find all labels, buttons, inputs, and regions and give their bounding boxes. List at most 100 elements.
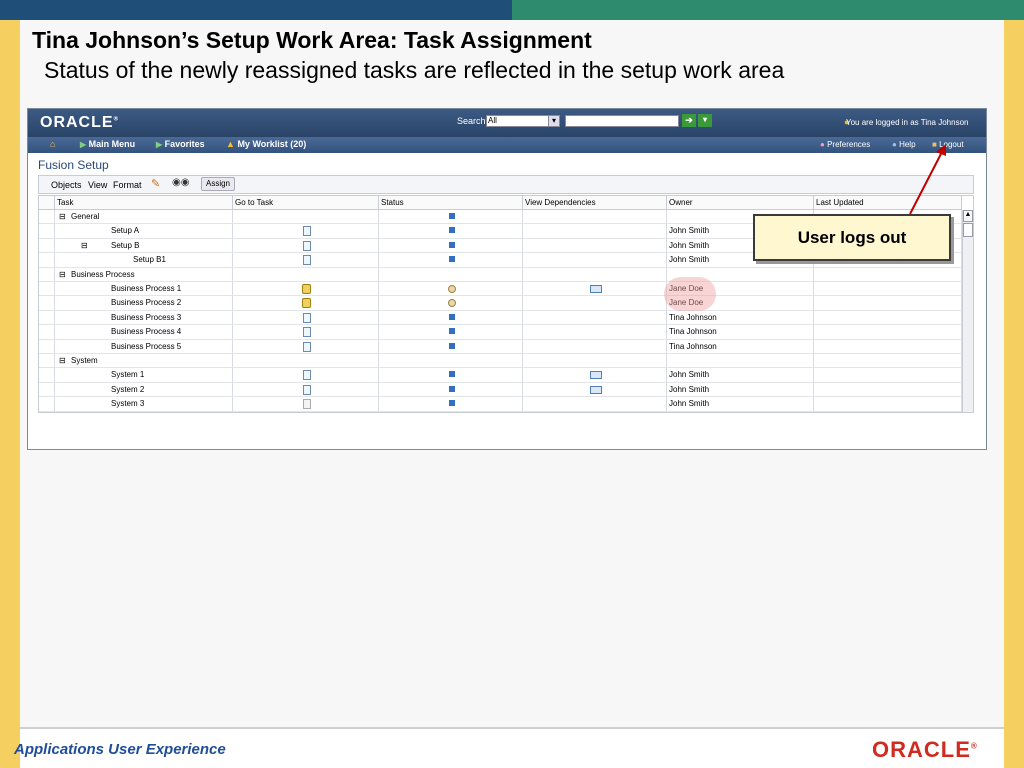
task-name[interactable]: General — [71, 210, 99, 223]
table-row[interactable]: Business Process 1 Jane Doe — [39, 282, 962, 297]
task-cell: System 1 — [55, 368, 233, 383]
table-row[interactable]: ⊟ System — [39, 354, 962, 369]
row-selector[interactable] — [39, 238, 55, 254]
column-header-task[interactable]: Task — [55, 196, 233, 210]
search-input[interactable] — [565, 115, 679, 127]
row-selector[interactable] — [39, 368, 55, 383]
table-row[interactable]: System 3 John Smith — [39, 397, 962, 412]
scroll-thumb[interactable] — [963, 223, 973, 237]
edit-pencil-icon[interactable]: ✎ — [151, 177, 160, 190]
go-to-task-icon[interactable] — [302, 399, 311, 410]
task-name[interactable]: System 3 — [111, 397, 144, 410]
task-name[interactable]: Business Process 3 — [111, 311, 181, 324]
status-cell — [379, 282, 523, 297]
column-header-go-to-task[interactable]: Go to Task — [233, 196, 379, 210]
row-selector[interactable] — [39, 339, 55, 354]
collapse-icon[interactable]: ⊟ — [59, 268, 66, 281]
view-menu[interactable]: View — [88, 180, 107, 190]
dependencies-icon[interactable] — [589, 285, 602, 293]
task-name[interactable]: Business Process 4 — [111, 325, 181, 338]
row-selector[interactable] — [39, 325, 55, 340]
format-menu[interactable]: Format — [113, 180, 142, 190]
table-row[interactable]: System 2 John Smith — [39, 382, 962, 398]
column-header-last-updated[interactable]: Last Updated — [814, 196, 962, 210]
row-selector[interactable] — [39, 253, 55, 268]
go-to-task-icon[interactable] — [302, 341, 311, 352]
row-selector[interactable] — [39, 310, 55, 326]
column-header-view-dependencies[interactable]: View Dependencies — [523, 196, 667, 210]
go-to-task-icon[interactable] — [302, 312, 311, 323]
table-row[interactable]: System 1 John Smith — [39, 368, 962, 383]
task-name[interactable]: Business Process 5 — [111, 340, 181, 353]
binoculars-icon[interactable]: ◉◉ — [172, 177, 189, 188]
footer-oracle-logo: ORACLE® — [872, 737, 978, 762]
row-selector[interactable] — [39, 267, 55, 282]
chevron-down-icon[interactable]: ▾ — [548, 115, 560, 127]
home-icon[interactable]: ⌂ — [50, 139, 55, 149]
row-selector[interactable] — [39, 397, 55, 412]
logout-link[interactable]: ■ Logout — [932, 140, 964, 149]
task-name[interactable]: Setup B — [111, 239, 139, 252]
row-selector[interactable] — [39, 224, 55, 239]
go-to-task-icon[interactable] — [302, 384, 311, 395]
go-to-task-icon[interactable] — [302, 255, 311, 266]
owner-cell: John Smith — [667, 382, 814, 398]
table-row[interactable]: Business Process 2 Jane Doe — [39, 296, 962, 311]
favorites-menu[interactable]: ▶ Favorites — [156, 139, 205, 149]
task-name[interactable]: System 2 — [111, 383, 144, 396]
row-selector[interactable] — [39, 354, 55, 369]
column-header-owner[interactable]: Owner — [667, 196, 814, 210]
go-to-task-icon[interactable] — [302, 327, 311, 338]
status-cell — [379, 253, 523, 268]
app-logo-text: ORACLE — [40, 114, 114, 131]
table-row[interactable]: Business Process 3 Tina Johnson — [39, 310, 962, 326]
search-go-button[interactable]: ➔ — [682, 114, 696, 127]
lock-icon[interactable] — [302, 298, 311, 309]
view-dependencies-cell — [523, 397, 667, 412]
task-name[interactable]: Business Process 2 — [111, 296, 181, 309]
task-name[interactable]: Setup A — [111, 224, 139, 237]
search-options-button[interactable]: ▾ — [698, 114, 712, 127]
row-selector[interactable] — [39, 382, 55, 398]
main-menu-label: Main Menu — [88, 139, 136, 149]
dependencies-icon[interactable] — [589, 385, 602, 394]
grid-header-select — [39, 196, 55, 210]
oracle-logo: ORACLE® — [40, 114, 119, 131]
collapse-icon[interactable]: ⊟ — [59, 354, 66, 367]
status-cell — [379, 382, 523, 398]
task-name[interactable]: Business Process — [71, 268, 135, 281]
goto-task-cell — [233, 267, 379, 282]
collapse-icon[interactable]: ⊟ — [81, 239, 88, 252]
scroll-up-icon[interactable]: ▲ — [963, 210, 973, 222]
assign-button[interactable]: Assign — [201, 177, 235, 191]
task-name[interactable]: System 1 — [111, 368, 144, 381]
main-menu[interactable]: ▶ Main Menu — [80, 139, 135, 149]
task-cell: Business Process 1 — [55, 282, 233, 297]
task-name[interactable]: System — [71, 354, 98, 367]
go-to-task-icon[interactable] — [302, 226, 311, 237]
go-to-task-icon[interactable] — [302, 240, 311, 251]
collapse-icon[interactable]: ⊟ — [59, 210, 66, 223]
row-selector[interactable] — [39, 210, 55, 225]
dependencies-icon[interactable] — [589, 371, 602, 380]
table-row[interactable]: ⊟ Business Process — [39, 267, 962, 282]
preferences-link[interactable]: ● Preferences — [820, 140, 870, 149]
lock-icon[interactable] — [302, 284, 311, 294]
owner-cell: Tina Johnson — [667, 310, 814, 326]
row-selector[interactable] — [39, 296, 55, 311]
status-cell — [379, 238, 523, 254]
worklist-menu[interactable]: ▲ My Worklist (20) — [226, 139, 306, 149]
help-link[interactable]: ● Help — [892, 140, 916, 149]
go-to-task-icon[interactable] — [302, 370, 311, 381]
task-name[interactable]: Business Process 1 — [111, 282, 181, 295]
task-name[interactable]: Setup B1 — [133, 253, 166, 266]
objects-menu[interactable]: Objects — [51, 180, 82, 190]
table-row[interactable]: Business Process 5 Tina Johnson — [39, 339, 962, 354]
column-header-status[interactable]: Status — [379, 196, 523, 210]
table-row[interactable]: Business Process 4 Tina Johnson — [39, 325, 962, 340]
status-cell — [379, 397, 523, 412]
view-dependencies-cell — [523, 267, 667, 282]
grid-scrollbar[interactable]: ▲ — [962, 210, 973, 412]
row-selector[interactable] — [39, 282, 55, 297]
task-cell: Business Process 5 — [55, 339, 233, 354]
